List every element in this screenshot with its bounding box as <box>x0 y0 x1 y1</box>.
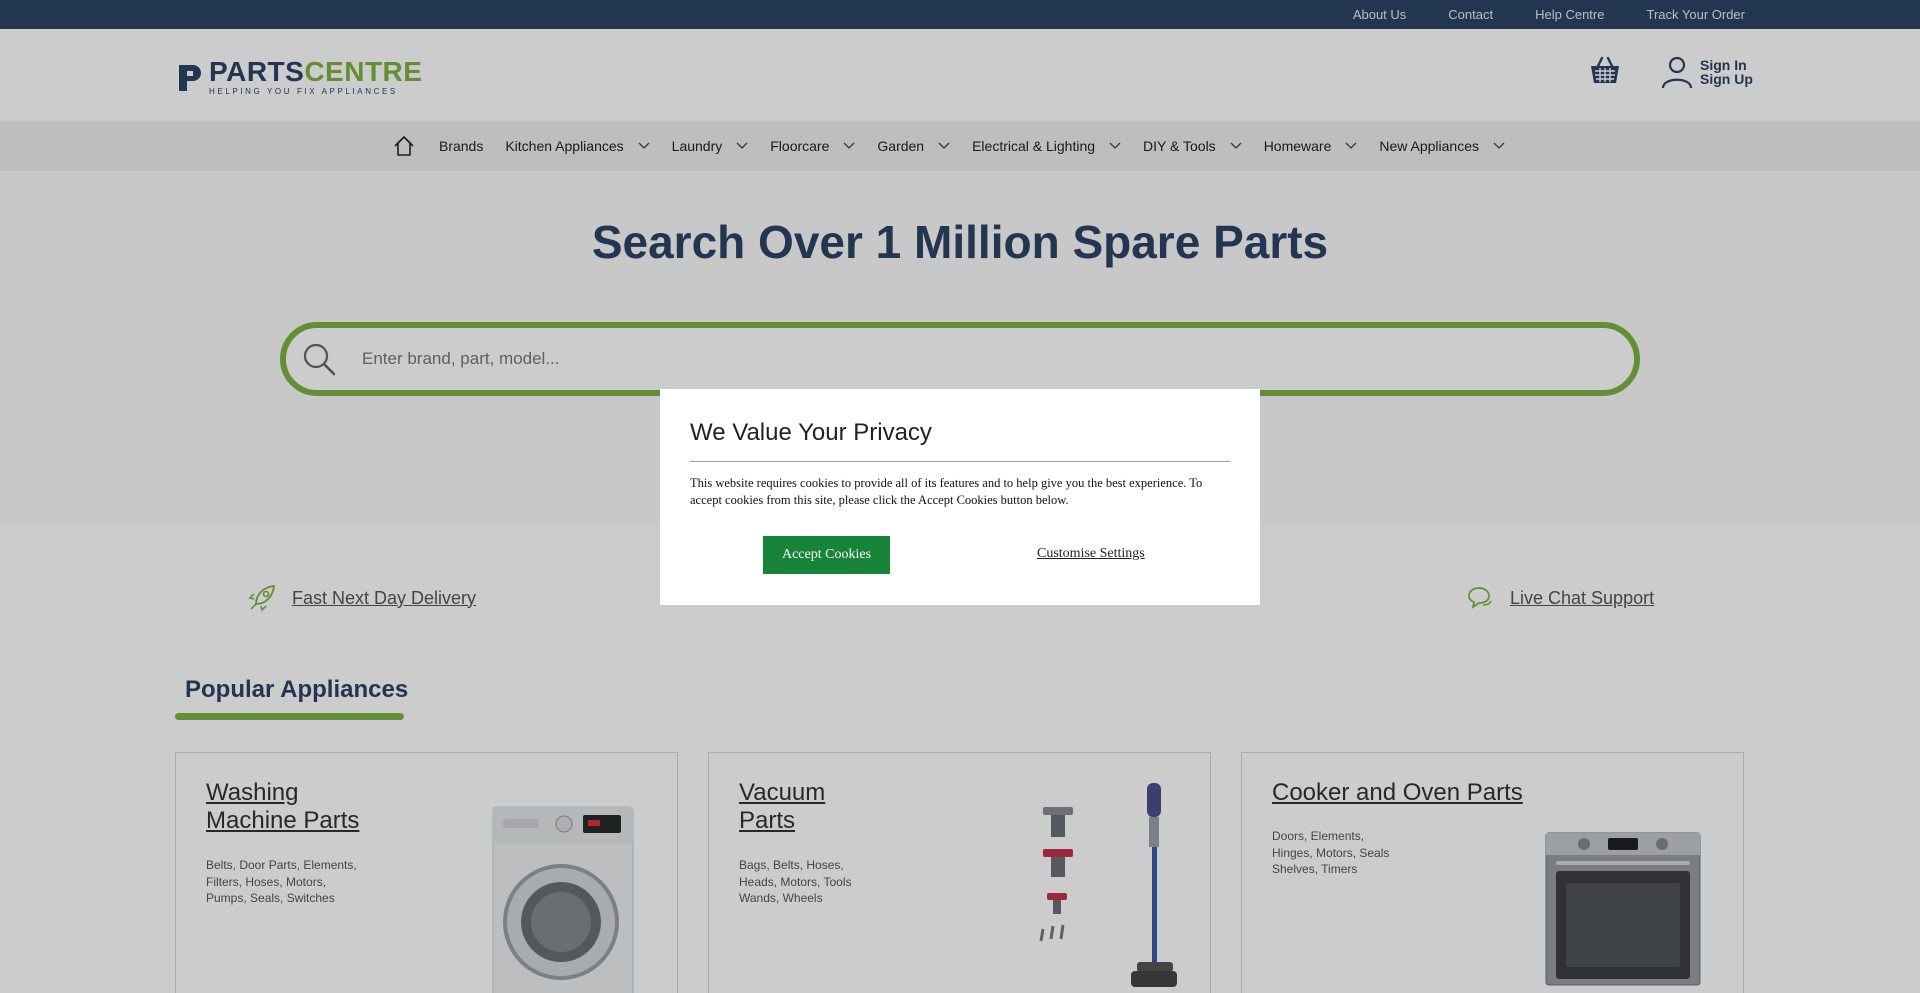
cookie-dialog-text: This website requires cookies to provide… <box>690 476 1203 507</box>
modal-backdrop[interactable]: We Value Your Privacy This website requi… <box>0 0 1920 993</box>
cookie-dialog-title: We Value Your Privacy <box>690 419 1230 462</box>
customise-settings-link[interactable]: Customise Settings <box>1037 546 1145 562</box>
accept-cookies-button[interactable]: Accept Cookies <box>763 536 890 574</box>
cookie-consent-dialog: We Value Your Privacy This website requi… <box>660 389 1260 605</box>
